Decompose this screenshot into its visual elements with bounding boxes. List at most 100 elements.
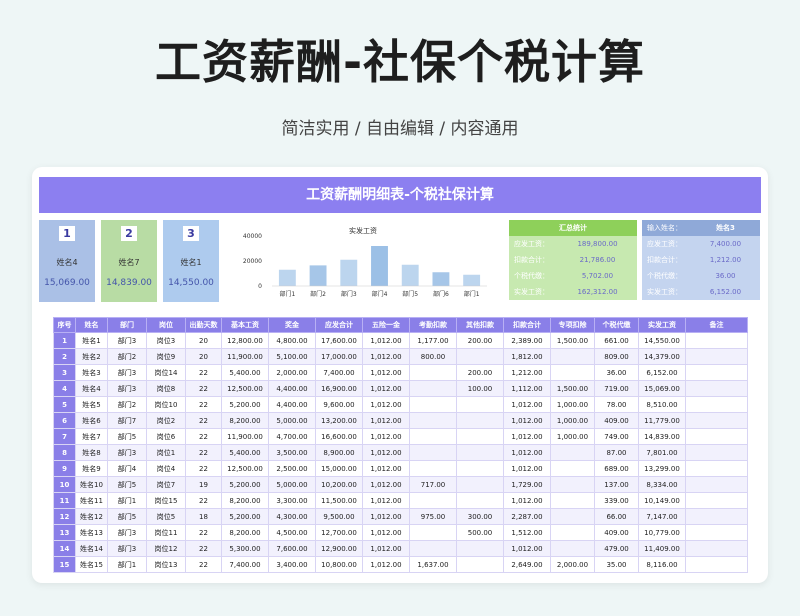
table-cell[interactable]: 1,000.00 <box>550 412 595 429</box>
table-cell[interactable]: 2,500.00 <box>268 460 316 477</box>
table-cell[interactable]: 岗位1 <box>146 444 186 461</box>
table-cell[interactable]: 22 <box>185 492 222 509</box>
table-cell[interactable]: 7,400.00 <box>221 556 269 573</box>
table-cell[interactable]: 5,000.00 <box>268 412 316 429</box>
table-cell[interactable]: 8,116.00 <box>638 556 686 573</box>
table-cell[interactable]: 姓名6 <box>75 412 108 429</box>
table-cell[interactable] <box>685 492 748 509</box>
table-cell[interactable] <box>685 476 748 493</box>
row-number-cell[interactable]: 10 <box>53 476 76 493</box>
table-cell[interactable]: 11,900.00 <box>221 348 269 365</box>
table-cell[interactable]: 姓名1 <box>75 332 108 349</box>
table-cell[interactable]: 1,012.00 <box>362 412 410 429</box>
table-row[interactable]: 11 姓名11 部门1 岗位15 22 8,200.00 3,300.00 11,500.00… <box>53 492 748 509</box>
table-cell[interactable]: 7,147.00 <box>638 508 686 525</box>
table-cell[interactable]: 姓名12 <box>75 508 108 525</box>
table-cell[interactable]: 姓名7 <box>75 428 108 445</box>
table-cell[interactable]: 8,334.00 <box>638 476 686 493</box>
table-cell[interactable]: 1,000.00 <box>550 396 595 413</box>
table-cell[interactable]: 部门3 <box>107 380 147 397</box>
table-cell[interactable]: 1,500.00 <box>550 332 595 349</box>
table-cell[interactable]: 部门7 <box>107 412 147 429</box>
table-cell[interactable] <box>409 460 457 477</box>
table-cell[interactable]: 10,800.00 <box>315 556 363 573</box>
table-cell[interactable]: 2,389.00 <box>503 332 551 349</box>
table-cell[interactable]: 1,012.00 <box>503 540 551 557</box>
table-cell[interactable]: 479.00 <box>594 540 639 557</box>
table-cell[interactable] <box>456 556 504 573</box>
table-cell[interactable]: 8,900.00 <box>315 444 363 461</box>
table-row[interactable]: 4 姓名4 部门3 岗位8 22 12,500.00 4,400.00 16,900.00 1,… <box>53 380 748 397</box>
table-cell[interactable]: 部门5 <box>107 508 147 525</box>
table-cell[interactable]: 12,800.00 <box>221 332 269 349</box>
table-cell[interactable]: 部门5 <box>107 476 147 493</box>
table-cell[interactable]: 16,600.00 <box>315 428 363 445</box>
table-row[interactable]: 1 姓名1 部门3 岗位3 20 12,800.00 4,800.00 17,600.00 1,… <box>53 332 748 349</box>
table-cell[interactable]: 5,200.00 <box>221 508 269 525</box>
table-cell[interactable] <box>456 460 504 477</box>
table-cell[interactable]: 姓名2 <box>75 348 108 365</box>
table-cell[interactable]: 12,700.00 <box>315 524 363 541</box>
table-cell[interactable]: 姓名3 <box>75 364 108 381</box>
table-cell[interactable]: 22 <box>185 460 222 477</box>
row-number-cell[interactable]: 9 <box>53 460 76 477</box>
table-cell[interactable]: 1,112.00 <box>503 380 551 397</box>
table-cell[interactable] <box>550 444 595 461</box>
table-cell[interactable] <box>409 444 457 461</box>
table-cell[interactable]: 1,812.00 <box>503 348 551 365</box>
column-header[interactable]: 姓名 <box>75 317 108 333</box>
table-cell[interactable]: 9,600.00 <box>315 396 363 413</box>
column-header[interactable]: 专项扣除 <box>550 317 595 333</box>
row-number-cell[interactable]: 5 <box>53 396 76 413</box>
column-header[interactable]: 个税代缴 <box>594 317 639 333</box>
table-cell[interactable]: 2,000.00 <box>550 556 595 573</box>
table-cell[interactable]: 5,200.00 <box>221 476 269 493</box>
employee-card[interactable]: 2 姓名7 14,839.00 <box>101 220 157 302</box>
table-cell[interactable]: 姓名10 <box>75 476 108 493</box>
table-cell[interactable]: 22 <box>185 556 222 573</box>
table-cell[interactable]: 4,400.00 <box>268 380 316 397</box>
column-header[interactable]: 奖金 <box>268 317 316 333</box>
table-cell[interactable]: 5,400.00 <box>221 444 269 461</box>
table-cell[interactable]: 2,287.00 <box>503 508 551 525</box>
table-cell[interactable]: 22 <box>185 364 222 381</box>
table-cell[interactable]: 10,149.00 <box>638 492 686 509</box>
table-cell[interactable] <box>409 412 457 429</box>
row-number-cell[interactable]: 13 <box>53 524 76 541</box>
table-cell[interactable] <box>409 396 457 413</box>
table-cell[interactable]: 4,800.00 <box>268 332 316 349</box>
table-row[interactable]: 6 姓名6 部门7 岗位2 22 8,200.00 5,000.00 13,200.00 1,0… <box>53 412 748 429</box>
column-header[interactable]: 序号 <box>53 317 76 333</box>
table-cell[interactable]: 12,500.00 <box>221 460 269 477</box>
table-cell[interactable]: 9,500.00 <box>315 508 363 525</box>
table-cell[interactable]: 部门5 <box>107 428 147 445</box>
table-row[interactable]: 10 姓名10 部门5 岗位7 19 5,200.00 5,000.00 10,200.00 1… <box>53 476 748 493</box>
employee-card[interactable]: 1 姓名4 15,069.00 <box>39 220 95 302</box>
row-number-cell[interactable]: 12 <box>53 508 76 525</box>
row-number-cell[interactable]: 3 <box>53 364 76 381</box>
table-cell[interactable] <box>409 380 457 397</box>
table-cell[interactable]: 22 <box>185 540 222 557</box>
table-cell[interactable] <box>550 492 595 509</box>
table-cell[interactable]: 20 <box>185 348 222 365</box>
table-cell[interactable]: 1,012.00 <box>503 412 551 429</box>
table-row[interactable]: 5 姓名5 部门2 岗位10 22 5,200.00 4,400.00 9,600.00 1,0… <box>53 396 748 413</box>
table-cell[interactable]: 1,012.00 <box>362 428 410 445</box>
table-cell[interactable]: 975.00 <box>409 508 457 525</box>
table-cell[interactable] <box>409 492 457 509</box>
table-cell[interactable]: 姓名5 <box>75 396 108 413</box>
table-cell[interactable]: 1,012.00 <box>362 332 410 349</box>
table-cell[interactable]: 1,012.00 <box>362 556 410 573</box>
table-cell[interactable] <box>550 476 595 493</box>
table-cell[interactable]: 22 <box>185 412 222 429</box>
table-cell[interactable]: 19 <box>185 476 222 493</box>
table-cell[interactable]: 800.00 <box>409 348 457 365</box>
table-row[interactable]: 13 姓名13 部门3 岗位11 22 8,200.00 4,500.00 12,700.00… <box>53 524 748 541</box>
table-cell[interactable]: 1,012.00 <box>503 428 551 445</box>
table-cell[interactable]: 1,012.00 <box>362 444 410 461</box>
table-cell[interactable]: 部门4 <box>107 460 147 477</box>
employee-card[interactable]: 3 姓名1 14,550.00 <box>163 220 219 302</box>
table-row[interactable]: 14 姓名14 部门3 岗位12 22 5,300.00 7,600.00 12,900.00… <box>53 540 748 557</box>
table-row[interactable]: 12 姓名12 部门5 岗位5 18 5,200.00 4,300.00 9,500.00 1,… <box>53 508 748 525</box>
table-cell[interactable]: 339.00 <box>594 492 639 509</box>
